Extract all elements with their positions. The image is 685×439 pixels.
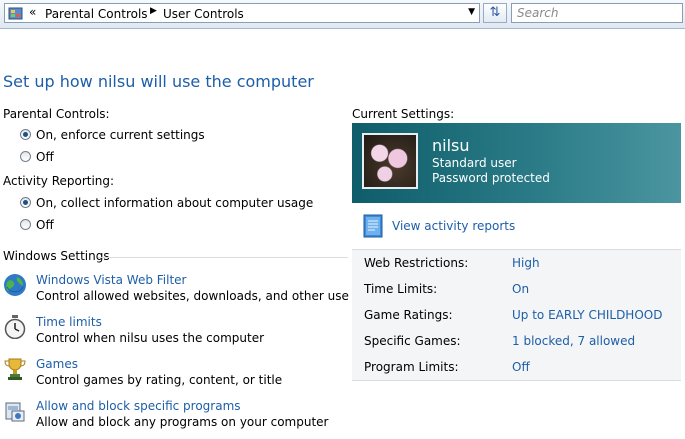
user-password-status: Password protected: [432, 171, 550, 185]
games-description: Control games by rating, content, or tit…: [36, 373, 283, 387]
settings-row-web-restrictions: Web Restrictions: High: [352, 250, 681, 276]
parental-controls-label: Parental Controls:: [3, 107, 110, 121]
time-limits-value-link[interactable]: On: [512, 282, 529, 296]
activity-reporting-label: Activity Reporting:: [3, 174, 115, 188]
settings-key: Time Limits:: [364, 282, 438, 296]
breadcrumb-parental-controls[interactable]: Parental Controls: [45, 7, 148, 21]
address-toolbar: « Parental Controls ▶ User Controls ▼ ⇅: [0, 0, 685, 29]
search-input[interactable]: [517, 5, 677, 21]
radio-label: Off: [36, 218, 54, 232]
radio-label: On, collect information about computer u…: [36, 196, 314, 210]
breadcrumb-separator-icon[interactable]: ▶: [150, 6, 157, 16]
refresh-icon: ⇅: [489, 5, 501, 20]
clock-icon: [4, 315, 26, 339]
overflow-chevron-icon[interactable]: «: [29, 5, 36, 19]
user-card: nilsu Standard user Password protected: [352, 123, 681, 203]
parental-controls-off-radio[interactable]: Off: [20, 150, 54, 166]
divider: [98, 257, 348, 258]
specific-games-link[interactable]: 1 blocked, 7 allowed: [512, 334, 635, 348]
settings-row-time-limits: Time Limits: On: [352, 276, 681, 302]
address-dropdown-icon[interactable]: ▼: [468, 7, 475, 17]
programs-description: Allow and block any programs on your com…: [36, 415, 329, 429]
program-limits-link[interactable]: Off: [512, 360, 530, 374]
time-limits-link[interactable]: Time limits: [36, 315, 102, 329]
web-filter-task[interactable]: Windows Vista Web Filter Control allowed…: [3, 273, 349, 313]
radio-unselected-icon: [20, 219, 31, 230]
report-icon: [363, 214, 383, 238]
current-settings-label: Current Settings:: [352, 107, 455, 121]
time-limits-description: Control when nilsu uses the computer: [36, 331, 265, 345]
activity-reports-row: View activity reports: [352, 203, 681, 250]
programs-link[interactable]: Allow and block specific programs: [36, 399, 241, 413]
settings-summary: Web Restrictions: High Time Limits: On G…: [352, 250, 681, 381]
globe-icon: [4, 274, 26, 296]
radio-label: On, enforce current settings: [36, 128, 205, 142]
settings-row-specific-games: Specific Games: 1 blocked, 7 allowed: [352, 328, 681, 354]
page-title: Set up how nilsu will use the computer: [3, 72, 314, 91]
settings-key: Web Restrictions:: [364, 256, 469, 270]
games-link[interactable]: Games: [36, 357, 78, 371]
settings-row-game-ratings: Game Ratings: Up to EARLY CHILDHOOD: [352, 302, 681, 328]
control-panel-icon: [8, 7, 23, 20]
view-activity-reports-link[interactable]: View activity reports: [392, 219, 515, 233]
programs-task[interactable]: Allow and block specific programs Allow …: [3, 399, 329, 439]
address-bar[interactable]: « Parental Controls ▶ User Controls ▼: [4, 3, 480, 23]
activity-reporting-off-radio[interactable]: Off: [20, 218, 54, 234]
settings-key: Specific Games:: [364, 334, 461, 348]
web-restrictions-link[interactable]: High: [512, 256, 540, 270]
radio-label: Off: [36, 150, 54, 164]
refresh-button[interactable]: ⇅: [483, 3, 507, 23]
radio-selected-icon: [20, 129, 31, 140]
user-avatar: [362, 133, 418, 189]
settings-key: Program Limits:: [364, 360, 459, 374]
user-name: nilsu: [432, 136, 470, 155]
user-type: Standard user: [432, 156, 517, 170]
programs-icon: [5, 402, 25, 422]
search-box[interactable]: [511, 3, 683, 23]
web-filter-link[interactable]: Windows Vista Web Filter: [36, 273, 186, 287]
web-filter-description: Control allowed websites, downloads, and…: [36, 289, 349, 303]
windows-settings-heading: Windows Settings: [3, 249, 110, 263]
radio-selected-icon: [20, 197, 31, 208]
radio-unselected-icon: [20, 151, 31, 162]
breadcrumb-user-controls[interactable]: User Controls: [163, 7, 244, 21]
time-limits-task[interactable]: Time limits Control when nilsu uses the …: [3, 315, 323, 355]
settings-key: Game Ratings:: [364, 308, 453, 322]
games-task[interactable]: Games Control games by rating, content, …: [3, 357, 323, 397]
game-ratings-link[interactable]: Up to EARLY CHILDHOOD: [512, 308, 662, 322]
activity-reporting-on-radio[interactable]: On, collect information about computer u…: [20, 196, 313, 212]
parental-controls-on-radio[interactable]: On, enforce current settings: [20, 128, 205, 144]
settings-row-program-limits: Program Limits: Off: [352, 354, 681, 380]
trophy-icon: [4, 358, 26, 380]
